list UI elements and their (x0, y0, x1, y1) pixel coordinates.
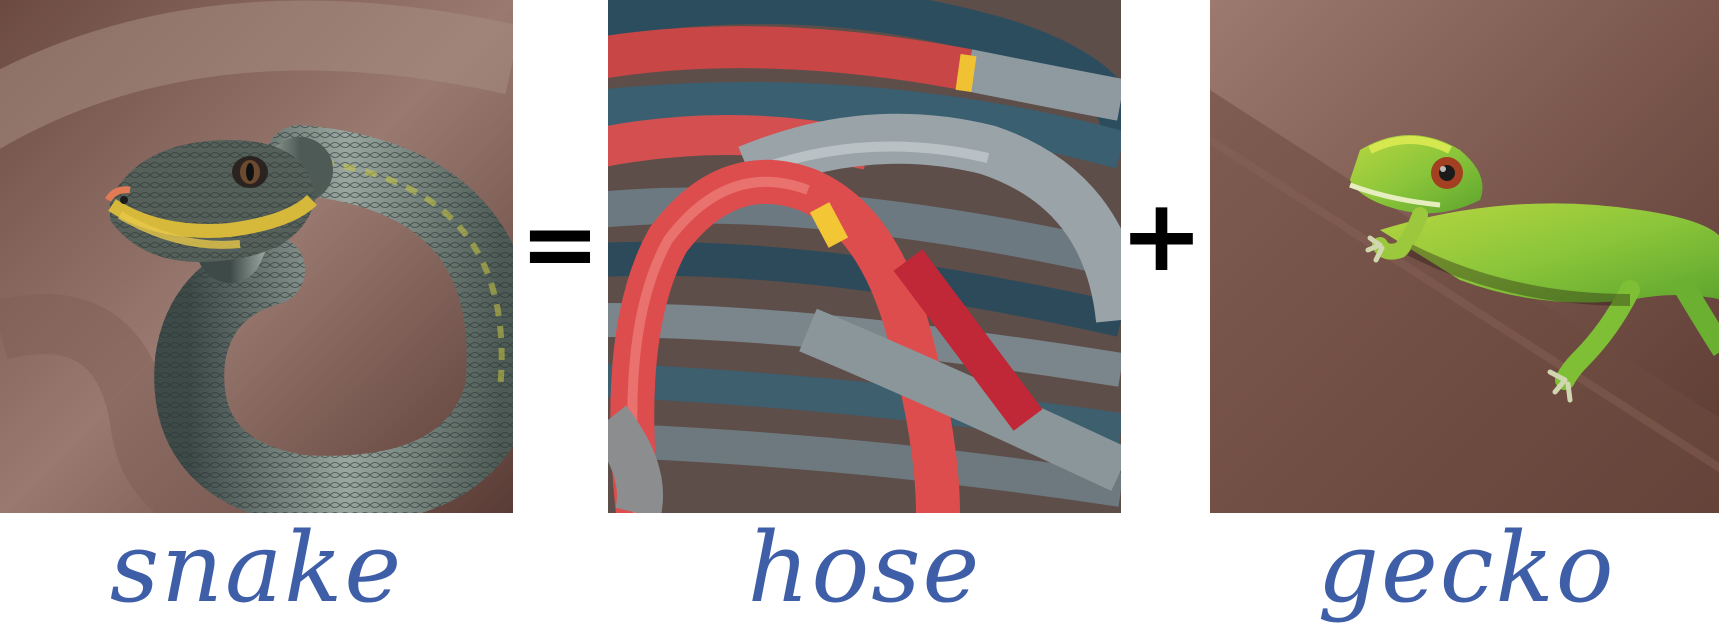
snake-label: snake (109, 512, 404, 624)
hose-image (608, 0, 1121, 513)
gecko-image (1210, 0, 1719, 513)
hose-label: hose (747, 512, 982, 624)
gecko-label: gecko (1317, 512, 1616, 624)
equals-sign: = (519, 188, 601, 300)
plus-sign: + (1119, 177, 1204, 294)
snake-image (0, 0, 513, 513)
